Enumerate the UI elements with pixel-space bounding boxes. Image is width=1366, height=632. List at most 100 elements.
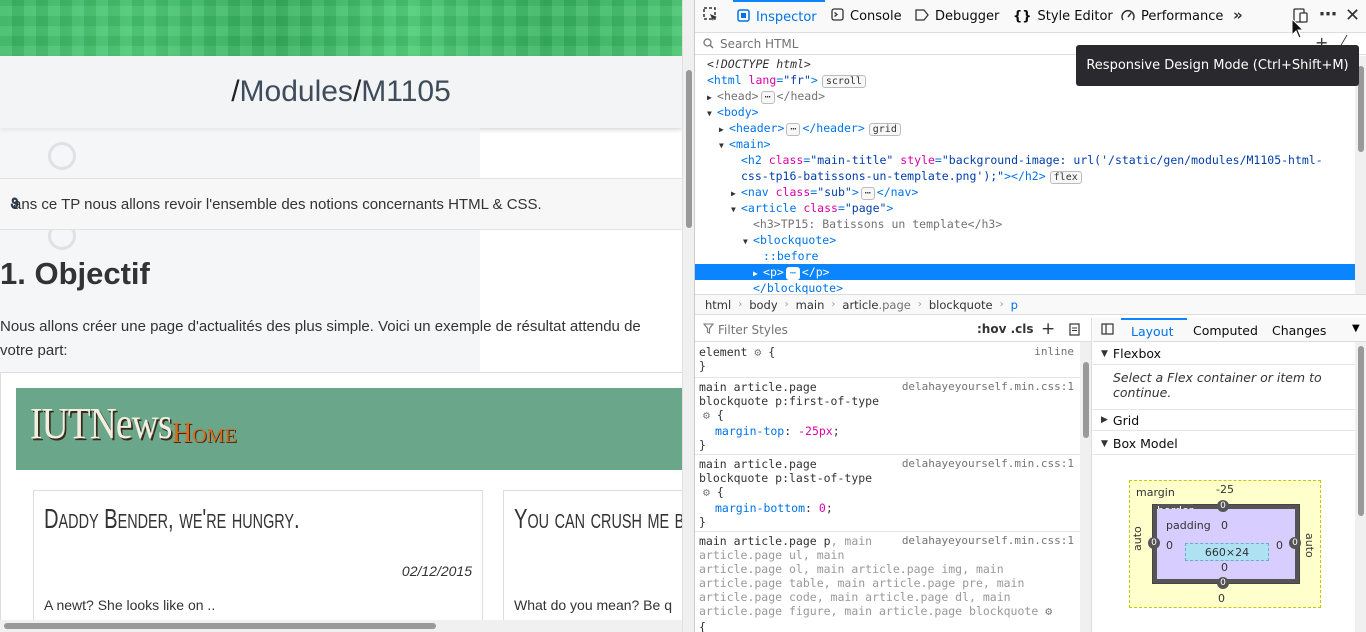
tab-layout[interactable]: Layout	[1121, 318, 1187, 342]
ellipsis-badge[interactable]: ⋯	[860, 187, 875, 200]
margin-right-value[interactable]: auto	[1303, 533, 1316, 558]
margin-top-value[interactable]: -25	[1216, 483, 1234, 496]
markup-node-before[interactable]: ::before	[695, 248, 1355, 264]
tab-style-editor[interactable]: {} Style Editor	[1013, 0, 1113, 33]
rule-selector[interactable]: blockquote p:last-of-type	[699, 471, 872, 485]
markup-node-h3[interactable]: <h3>TP15: Batissons un template</h3>	[695, 216, 1355, 232]
flex-badge[interactable]: flex	[1049, 171, 1082, 184]
scrollbar-thumb[interactable]	[4, 623, 436, 629]
tab-console[interactable]: Console	[831, 0, 902, 33]
breadcrumb-html[interactable]: html	[705, 298, 731, 312]
markup-node-blockquote[interactable]: ▼ <blockquote>	[695, 232, 1355, 248]
pseudo-element: ::before	[763, 249, 819, 263]
rule-open: ⚙ {	[703, 485, 724, 499]
margin-bottom-value[interactable]: 0	[1218, 592, 1225, 605]
markup-node-body[interactable]: ▼ <body>	[695, 104, 1355, 120]
markup-node-header[interactable]: ▶ <header> ⋯ </header> grid	[695, 120, 1355, 136]
performance-icon	[1121, 9, 1135, 25]
markup-scrollbar[interactable]	[1355, 56, 1366, 294]
dropdown-chevron-icon[interactable]: ▼	[1352, 323, 1360, 334]
more-tabs-chevron-icon[interactable]: »	[1233, 6, 1243, 24]
border-right-value[interactable]: 0	[1289, 537, 1301, 549]
ellipsis-badge[interactable]: ⋯	[760, 91, 775, 104]
tab-debugger[interactable]: Debugger	[915, 0, 999, 33]
border-left-value[interactable]: 0	[1148, 537, 1160, 549]
markup-node-h2[interactable]: <h2 class="main-title" style="background…	[695, 152, 1355, 168]
rule-source-link[interactable]: delahayeyourself.min.css:1	[902, 534, 1074, 548]
ellipsis-badge[interactable]: ⋯	[785, 267, 800, 280]
markup-node-head[interactable]: ▶ <head> ⋯ </head>	[695, 88, 1355, 104]
markup-node-blockquote-close[interactable]: </blockquote>	[695, 280, 1355, 294]
rule-selector[interactable]: blockquote p:first-of-type	[699, 394, 879, 408]
breadcrumb-main[interactable]: main	[796, 298, 825, 312]
markup-node-nav[interactable]: ▶ <nav class="sub"> ⋯ </nav>	[695, 184, 1355, 200]
markup-node-p-selected[interactable]: ▶ <p> ⋯ </p>	[695, 264, 1355, 280]
box-model-section-header[interactable]: ▼ Box Model	[1093, 433, 1355, 455]
padding-bottom-value[interactable]: 0	[1221, 561, 1228, 574]
rule-declaration[interactable]: margin-top: -25px;	[715, 424, 840, 438]
flexbox-section-header[interactable]: ▼ Flexbox	[1093, 343, 1355, 365]
mouse-cursor-icon	[1291, 18, 1305, 39]
box-model-content-size[interactable]: 660×24	[1185, 543, 1269, 561]
border-bottom-value[interactable]: 0	[1217, 577, 1229, 589]
margin-left-value[interactable]: auto	[1131, 526, 1144, 551]
rule-selector[interactable]: main article.page	[699, 380, 817, 394]
hov-cls-toggle[interactable]: :hov .cls	[977, 322, 1034, 336]
grid-badge[interactable]: grid	[868, 123, 901, 136]
tab-performance[interactable]: Performance	[1121, 0, 1223, 33]
gear-icon[interactable]: ⚙	[1045, 604, 1052, 618]
element-picker-icon[interactable]	[703, 7, 719, 27]
grid-section-header[interactable]: ▶ Grid	[1093, 409, 1355, 431]
scrollbar-thumb[interactable]	[686, 70, 692, 228]
breadcrumb-article[interactable]: article.page	[842, 298, 910, 312]
ellipsis-badge[interactable]: ⋯	[786, 123, 801, 136]
scrollbar-thumb[interactable]	[1083, 362, 1089, 438]
search-html-input[interactable]	[720, 36, 1020, 51]
print-media-icon[interactable]	[1069, 323, 1080, 339]
padding-top-value[interactable]: 0	[1221, 519, 1228, 532]
markup-node-main[interactable]: ▼ <main>	[695, 136, 1355, 152]
filter-styles-input[interactable]	[718, 322, 968, 337]
rule-selector[interactable]: article.page table, main article.page pr…	[699, 576, 1024, 590]
gear-icon[interactable]: ⚙	[703, 485, 710, 499]
tab-computed[interactable]: Computed	[1193, 318, 1258, 342]
rule-selector[interactable]: article.page code, main article.page dl,…	[699, 590, 1011, 604]
rule-selector[interactable]: main article.page p, main	[699, 534, 872, 548]
toggle-sidebar-icon[interactable]	[1101, 323, 1114, 338]
breadcrumb-body[interactable]: body	[749, 298, 777, 312]
breadcrumb-blockquote[interactable]: blockquote	[929, 298, 993, 312]
page-vertical-scrollbar[interactable]	[682, 0, 694, 632]
rule-source-link[interactable]: delahayeyourself.min.css:1	[902, 457, 1074, 471]
rule-selector[interactable]: element ⚙ {	[699, 345, 775, 359]
rule-selector[interactable]: article.page ol, main article.page img, …	[699, 562, 1004, 576]
border-top-value[interactable]: 0	[1217, 500, 1229, 512]
rule-declaration[interactable]: margin-bottom: 0;	[715, 501, 833, 515]
rule-selector[interactable]: article.page ul, main	[699, 548, 844, 562]
padding-right-value[interactable]: 0	[1276, 539, 1283, 552]
breadcrumb-m1105-link[interactable]: M1105	[361, 75, 451, 109]
tab-inspector[interactable]: Inspector	[733, 0, 825, 33]
gear-icon[interactable]: ⚙	[703, 408, 710, 422]
rule-source-link[interactable]: delahayeyourself.min.css:1	[902, 380, 1074, 394]
gear-icon[interactable]: ⚙	[754, 345, 761, 359]
card-title: You can crush me b	[514, 503, 682, 534]
scrollbar-thumb[interactable]	[1358, 346, 1364, 516]
close-icon[interactable]: ✕	[1345, 5, 1360, 26]
rule-selector[interactable]: article.page figure, main article.page b…	[699, 604, 1052, 618]
breadcrumb-p[interactable]: p	[1011, 298, 1018, 312]
horizontal-scrollbar[interactable]	[0, 620, 682, 632]
tab-changes[interactable]: Changes	[1272, 318, 1326, 342]
padding-left-value[interactable]: 0	[1166, 539, 1173, 552]
breadcrumb-modules-link[interactable]: Modules	[240, 75, 353, 109]
markup-node-article[interactable]: ▼ <article class="page">	[695, 200, 1355, 216]
scroll-badge[interactable]: scroll	[821, 75, 866, 88]
markup-node-h2-cont[interactable]: css-tp16-batissons-un-template.png');"><…	[695, 168, 1355, 184]
more-options-icon[interactable]: ⋯	[1319, 4, 1337, 25]
rules-scrollbar[interactable]	[1080, 342, 1091, 632]
collapse-triangle-icon: ▼	[1101, 348, 1108, 359]
tag-name: p	[769, 265, 777, 279]
layout-scrollbar[interactable]	[1355, 342, 1366, 632]
rule-divider	[695, 377, 1080, 378]
rule-selector[interactable]: main article.page	[699, 457, 817, 471]
add-rule-icon[interactable]: +	[1041, 319, 1055, 339]
